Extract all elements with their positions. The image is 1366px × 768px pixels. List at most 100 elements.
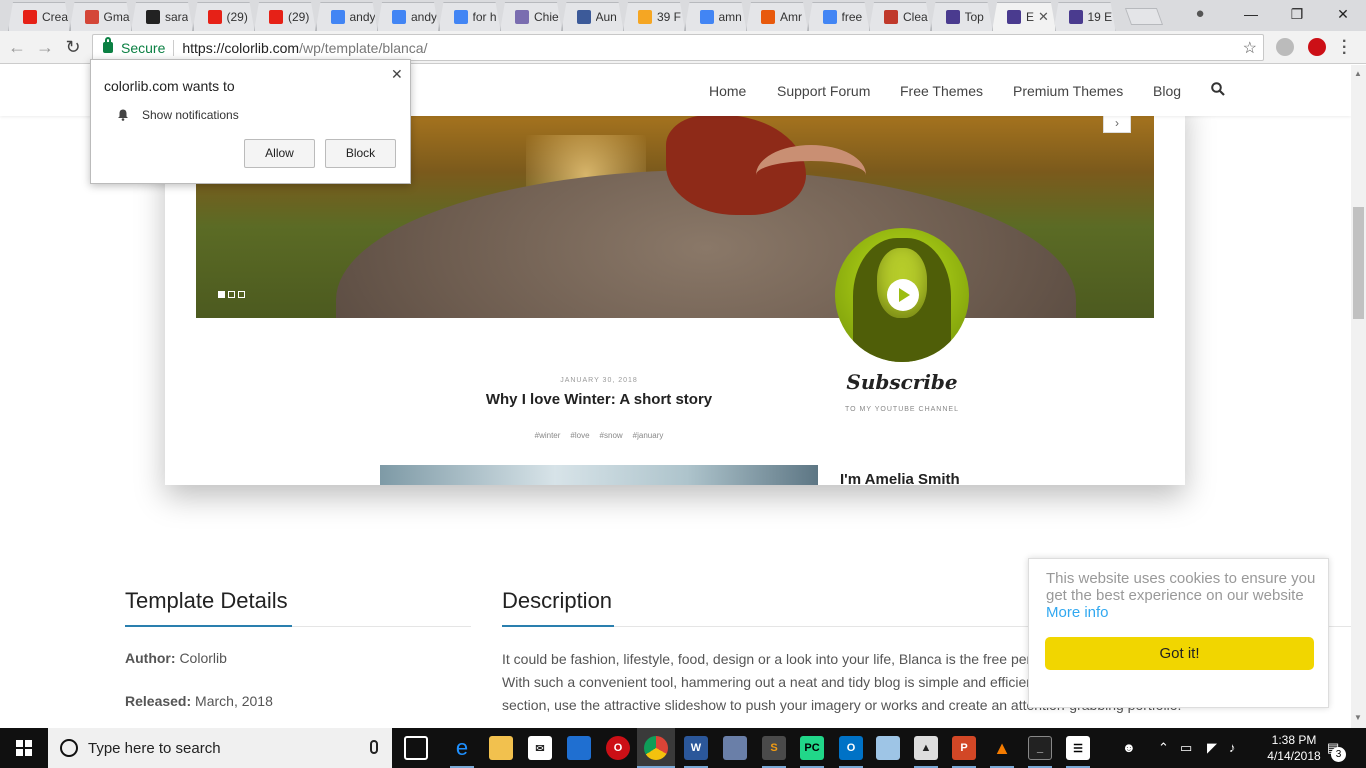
tag-link[interactable]: #love [570,431,589,440]
people-icon[interactable]: ☻ [1122,740,1136,755]
browser-tab[interactable]: Chie [500,2,562,31]
clock[interactable]: 1:38 PM 4/14/2018 [1264,732,1324,764]
outlook-icon[interactable]: O [839,736,863,760]
nav-blog[interactable]: Blog [1153,83,1181,99]
got-it-button[interactable]: Got it! [1045,637,1314,670]
paint-icon[interactable] [723,736,747,760]
play-icon[interactable] [887,279,919,311]
sublime-text-icon[interactable]: S [762,736,786,760]
nav-support-forum[interactable]: Support Forum [777,83,870,99]
block-button[interactable]: Block [325,139,396,168]
search-icon[interactable] [1211,82,1225,96]
google-icon [330,10,345,24]
back-button[interactable]: ← [6,37,28,59]
colorlib-icon [945,10,960,24]
opera-icon[interactable]: O [606,736,630,760]
browser-tab[interactable]: E ✕ [992,2,1056,31]
slider-next-icon[interactable]: › [1103,115,1131,133]
close-tab-icon[interactable]: ✕ [1038,9,1049,25]
browser-tab[interactable]: Aun [561,2,624,31]
post-tags: #winter #love #snow #january [505,431,693,440]
scroll-up-icon[interactable]: ▲ [1354,69,1362,78]
browser-tab[interactable]: Crea [8,2,70,31]
browser-tab[interactable]: for h [438,2,501,31]
browser-tab[interactable]: Gma [69,2,132,31]
command-prompt-icon[interactable]: _ [1028,736,1052,760]
tab-title: andy [411,10,438,24]
browser-tab[interactable]: Top [930,2,993,31]
tag-link[interactable]: #january [633,431,664,440]
app-icon[interactable] [876,736,900,760]
browser-tab[interactable]: 19 E [1053,2,1116,31]
windows-logo-icon [16,740,32,756]
cookie-banner: This website uses cookies to ensure you … [1028,558,1329,708]
browser-tab[interactable]: andy [377,2,439,31]
nav-premium-themes[interactable]: Premium Themes [1013,83,1123,99]
minimize-button[interactable]: — [1228,0,1274,28]
mail-icon[interactable]: ✉ [528,736,552,760]
notification-count-badge: 3 [1331,747,1346,762]
extension-icon[interactable] [1276,38,1294,56]
gmail-icon [84,10,99,24]
google-icon [822,10,837,24]
start-button[interactable] [0,728,48,768]
bookmark-star-icon[interactable]: ☆ [1243,38,1257,58]
guitar-icon [515,10,529,24]
youtube-icon [207,10,222,24]
wifi-icon[interactable]: ◤ [1207,740,1217,756]
powerpoint-icon[interactable]: P [952,736,976,760]
new-tab-button[interactable] [1124,8,1164,25]
volume-icon[interactable]: ♪ [1229,740,1236,755]
scroll-down-icon[interactable]: ▼ [1354,713,1362,722]
scrollbar-thumb[interactable] [1353,207,1364,319]
browser-tab[interactable]: (29) [192,2,255,31]
clapperboard-icon[interactable]: ☰ [1066,736,1090,760]
nav-free-themes[interactable]: Free Themes [900,83,983,99]
pycharm-icon[interactable]: PC [800,736,824,760]
photos-icon[interactable]: ▲ [914,736,938,760]
more-info-link[interactable]: More info [1046,604,1109,621]
reload-button[interactable]: ↻ [62,37,84,59]
microphone-icon[interactable] [370,740,378,754]
menu-icon[interactable]: · · · [1342,34,1347,62]
browser-tab[interactable]: 39 F [623,2,685,31]
nav-home[interactable]: Home [709,83,746,99]
close-icon[interactable]: ✕ [391,66,403,83]
forward-button[interactable]: → [34,37,56,59]
browser-tab[interactable]: andy [315,2,378,31]
chrome-icon[interactable] [644,736,668,760]
slider-dot[interactable] [228,291,235,298]
cookie-message: This website uses cookies to ensure you … [1046,570,1316,621]
allow-button[interactable]: Allow [244,139,315,168]
browser-tab[interactable]: Clea [869,2,931,31]
word-icon[interactable]: W [684,736,708,760]
post-title[interactable]: Why I love Winter: A short story [435,391,763,408]
browser-tab[interactable]: free [807,2,870,31]
profile-icon[interactable]: ● [1190,5,1210,25]
browser-tab[interactable]: sara [131,2,193,31]
browser-tab[interactable]: Amr [746,2,808,31]
task-view-icon[interactable] [404,736,428,760]
tab-title: 39 F [657,10,682,24]
browser-tab[interactable]: amn [684,2,747,31]
tag-link[interactable]: #snow [600,431,623,440]
vlc-icon[interactable]: ▲ [990,736,1014,760]
maximize-button[interactable]: ❐ [1274,0,1320,28]
opera-extension-icon[interactable] [1308,38,1326,56]
tag-link[interactable]: #winter [535,431,561,440]
file-explorer-icon[interactable] [489,736,513,760]
address-bar[interactable]: Secure https://colorlib.com/wp/template/… [92,34,1264,61]
chevron-up-icon[interactable]: ⌃ [1158,740,1169,756]
browser-tab[interactable]: (29) [254,2,316,31]
close-window-button[interactable]: ✕ [1320,0,1366,28]
battery-icon[interactable]: ▭ [1180,740,1192,756]
slider-dots[interactable] [218,291,245,298]
subscribe-subtitle: TO MY YOUTUBE CHANNEL [845,406,959,413]
slider-dot[interactable] [218,291,225,298]
edge-icon[interactable]: e [450,735,474,760]
app-icon[interactable] [567,736,591,760]
page-scrollbar[interactable]: ▲ ▼ [1351,65,1366,728]
tab-title: sara [165,10,189,24]
slider-dot[interactable] [238,291,245,298]
taskbar-search[interactable]: Type here to search [48,728,392,768]
